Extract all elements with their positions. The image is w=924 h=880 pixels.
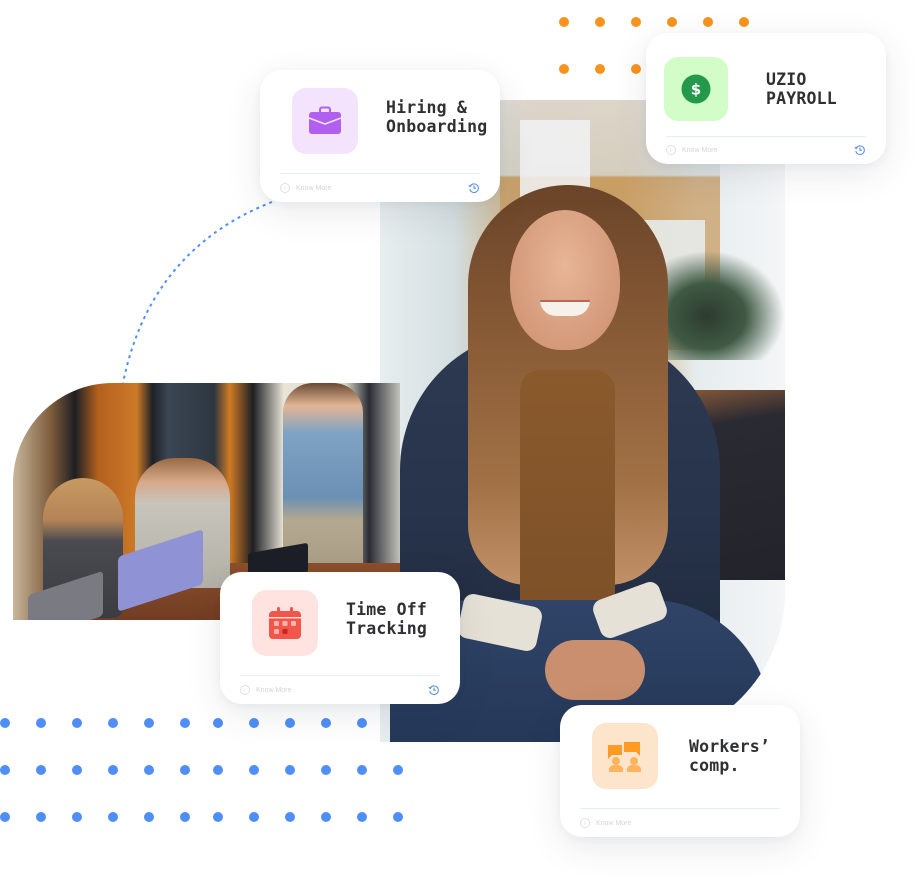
dot — [108, 718, 118, 728]
dot — [321, 765, 331, 775]
card-footer: i Know More — [580, 815, 780, 831]
dot — [72, 812, 82, 822]
dot — [108, 812, 118, 822]
dot — [213, 718, 223, 728]
dot — [393, 765, 403, 775]
history-icon[interactable] — [854, 144, 866, 156]
calendar-icon — [269, 607, 301, 639]
divider — [666, 136, 866, 137]
dot — [703, 17, 713, 27]
dot — [285, 718, 295, 728]
card-title: Time Off Tracking — [346, 600, 427, 638]
dot — [357, 718, 367, 728]
dollar-icon: $ — [681, 74, 711, 104]
info-icon: i — [280, 183, 290, 193]
dot — [36, 765, 46, 775]
know-more-link[interactable]: Know More — [296, 185, 331, 192]
dot — [321, 812, 331, 822]
card-title: UZIO PAYROLL — [766, 70, 837, 108]
team-chat-icon — [608, 742, 641, 772]
divider — [280, 173, 480, 174]
dot — [0, 718, 10, 728]
dot — [321, 718, 331, 728]
dot — [213, 812, 223, 822]
dot — [393, 812, 403, 822]
dot — [72, 765, 82, 775]
title-line: PAYROLL — [766, 89, 837, 108]
dot — [667, 17, 677, 27]
title-line: Time Off — [346, 600, 428, 619]
divider — [580, 808, 780, 809]
card-uzio-payroll[interactable]: $ UZIO PAYROLL i Know More — [646, 33, 886, 164]
card-workers-comp[interactable]: Workers’ comp. i Know More — [560, 705, 800, 837]
photo-plant — [655, 250, 785, 360]
card-footer: i Know More — [666, 142, 866, 158]
dot — [144, 718, 154, 728]
dot — [108, 765, 118, 775]
history-icon[interactable] — [428, 684, 440, 696]
card-hiring-onboarding[interactable]: Hiring & Onboarding i Know More — [260, 70, 500, 202]
dot — [180, 765, 190, 775]
divider — [240, 675, 440, 676]
info-icon: i — [580, 818, 590, 828]
dot — [285, 812, 295, 822]
dot — [36, 812, 46, 822]
title-line: Tracking — [346, 619, 428, 638]
connector-path — [122, 201, 273, 384]
title-line: comp. — [689, 756, 740, 775]
icon-tile — [592, 723, 658, 789]
icon-tile — [292, 88, 358, 154]
know-more-link[interactable]: Know More — [596, 820, 631, 827]
photo-hands — [545, 640, 645, 700]
dot — [72, 718, 82, 728]
dot — [739, 17, 749, 27]
dot — [595, 64, 605, 74]
history-icon[interactable] — [468, 182, 480, 194]
card-title: Workers’ comp. — [689, 737, 770, 775]
card-time-off-tracking[interactable]: Time Off Tracking i Know More — [220, 572, 460, 704]
title-line: Workers’ — [689, 737, 771, 756]
dot — [559, 64, 569, 74]
card-footer: i Know More — [240, 682, 440, 698]
photo-face — [510, 210, 620, 350]
dot — [631, 64, 641, 74]
card-title: Hiring & Onboarding — [386, 98, 487, 136]
dot — [559, 17, 569, 27]
dot — [213, 765, 223, 775]
dot — [357, 812, 367, 822]
title-line: UZIO — [766, 70, 807, 89]
info-icon: i — [240, 685, 250, 695]
dot — [144, 765, 154, 775]
dot — [285, 765, 295, 775]
briefcase-icon — [308, 106, 342, 134]
svg-text:$: $ — [691, 81, 701, 99]
info-icon: i — [666, 145, 676, 155]
dot — [180, 812, 190, 822]
know-more-link[interactable]: Know More — [256, 687, 291, 694]
dot — [249, 812, 259, 822]
dot — [357, 765, 367, 775]
icon-tile: $ — [664, 57, 728, 121]
know-more-link[interactable]: Know More — [682, 147, 717, 154]
title-line: Hiring & — [386, 98, 468, 117]
title-line: Onboarding — [386, 117, 488, 136]
dot — [595, 17, 605, 27]
dot — [0, 812, 10, 822]
dot — [180, 718, 190, 728]
dot — [144, 812, 154, 822]
card-footer: i Know More — [280, 180, 480, 196]
dot — [631, 17, 641, 27]
dot — [0, 765, 10, 775]
dot — [249, 718, 259, 728]
dot — [36, 718, 46, 728]
icon-tile — [252, 590, 318, 656]
dot — [249, 765, 259, 775]
